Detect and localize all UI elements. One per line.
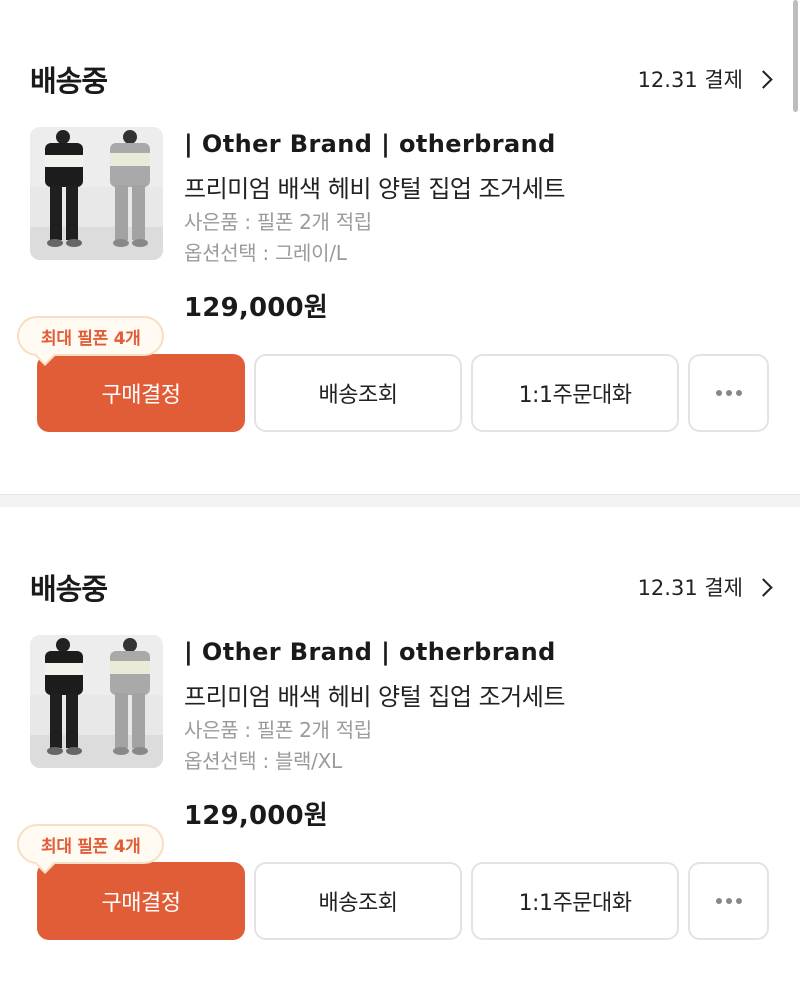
track-delivery-button[interactable]: 배송조회 (254, 862, 462, 940)
option-info: 옵션선택 : 블랙/XL (184, 749, 342, 773)
order-chat-button[interactable]: 1:1주문대화 (471, 354, 679, 432)
brand-name[interactable]: | Other Brand | otherbrand (184, 130, 556, 158)
order-card: 배송중 12.31 결제 | Other Brand | otherbrand … (0, 508, 800, 948)
order-status: 배송중 (30, 64, 108, 98)
product-name[interactable]: 프리미엄 배색 헤비 양털 집업 조거세트 (184, 677, 565, 712)
scrollbar[interactable] (793, 0, 798, 112)
purchase-confirm-button[interactable]: 구매결정 (37, 862, 245, 940)
gift-info: 사은품 : 필폰 2개 적립 (184, 718, 372, 742)
price: 129,000원 (184, 801, 328, 831)
order-date: 12.31 결제 (637, 576, 743, 600)
product-name[interactable]: 프리미엄 배색 헤비 양털 집업 조거세트 (184, 169, 565, 204)
purchase-confirm-button[interactable]: 구매결정 (37, 354, 245, 432)
order-date-link[interactable]: 12.31 결제 (637, 572, 773, 602)
order-status: 배송중 (30, 572, 108, 606)
product-thumbnail[interactable] (30, 635, 163, 768)
chevron-right-icon (754, 578, 773, 597)
brand-name[interactable]: | Other Brand | otherbrand (184, 638, 556, 666)
more-button[interactable] (688, 862, 769, 940)
order-date-link[interactable]: 12.31 결제 (637, 64, 773, 94)
chevron-right-icon (754, 70, 773, 89)
order-chat-button[interactable]: 1:1주문대화 (471, 862, 679, 940)
section-divider (0, 494, 800, 507)
product-image (30, 635, 163, 768)
gift-info: 사은품 : 필폰 2개 적립 (184, 210, 372, 234)
product-image (30, 127, 163, 260)
option-info: 옵션선택 : 그레이/L (184, 241, 347, 265)
more-horizontal-icon (715, 898, 742, 904)
product-thumbnail[interactable] (30, 127, 163, 260)
more-horizontal-icon (715, 390, 742, 396)
more-button[interactable] (688, 354, 769, 432)
price: 129,000원 (184, 293, 328, 323)
track-delivery-button[interactable]: 배송조회 (254, 354, 462, 432)
order-card: 배송중 12.31 결제 | Other Brand | otherbrand … (0, 0, 800, 440)
order-date: 12.31 결제 (637, 68, 743, 92)
